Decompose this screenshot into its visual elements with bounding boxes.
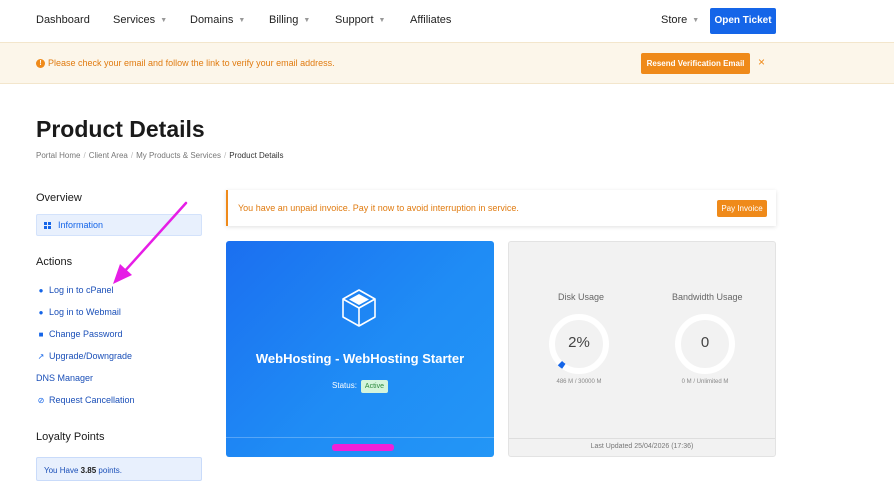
breadcrumb-separator: / xyxy=(224,151,227,160)
sidebar-item-label: Upgrade/Downgrade xyxy=(49,351,133,361)
loyalty-suffix: points. xyxy=(96,466,122,475)
redacted-domain xyxy=(332,444,394,451)
sidebar-item-label: Information xyxy=(58,220,104,230)
nav-billing[interactable]: Billing ▼ xyxy=(269,14,310,26)
nav-domains[interactable]: Domains ▼ xyxy=(190,14,245,26)
nav-label: Billing xyxy=(269,14,299,26)
nav-dashboard[interactable]: Dashboard xyxy=(36,14,90,26)
breadcrumb-separator: / xyxy=(83,151,86,160)
chevron-down-icon: ▼ xyxy=(692,17,700,24)
nav-label: Domains xyxy=(190,14,234,26)
sidebar-item-label: Log in to Webmail xyxy=(49,307,121,317)
sidebar-item-label: DNS Manager xyxy=(36,373,94,383)
loyalty-points-value: 3.85 xyxy=(80,466,97,475)
top-navbar: Dashboard Services ▼ Domains ▼ Billing ▼ Su… xyxy=(0,0,894,42)
bandwidth-usage-detail: 0 M / Unlimited M xyxy=(681,379,729,385)
nav-support[interactable]: Support ▼ xyxy=(335,14,385,26)
breadcrumb-current: Product Details xyxy=(229,151,284,160)
lock-icon: ■ xyxy=(38,330,44,339)
breadcrumb-portal-home[interactable]: Portal Home xyxy=(36,151,80,160)
nav-label: Affiliates xyxy=(410,14,452,26)
unpaid-invoice-alert: You have an unpaid invoice. Pay it now t… xyxy=(226,190,776,226)
verify-email-message: Please check your email and follow the l… xyxy=(48,58,335,68)
ban-icon: ⊘ xyxy=(37,396,45,405)
breadcrumb-my-products[interactable]: My Products & Services xyxy=(136,151,221,160)
nav-services[interactable]: Services ▼ xyxy=(113,14,167,26)
product-details-page: Dashboard Services ▼ Domains ▼ Billing ▼ Su… xyxy=(0,0,894,487)
nav-label: Support xyxy=(335,14,374,26)
disk-usage-label: Disk Usage xyxy=(558,292,605,302)
sidebar-item-information[interactable]: Information xyxy=(36,214,202,236)
disk-usage-detail: 486 M / 30000 M xyxy=(556,379,602,385)
status-badge: Active xyxy=(360,380,388,393)
user-icon: ● xyxy=(38,286,44,295)
chevron-down-icon: ▼ xyxy=(238,17,246,24)
product-status: Status: Active xyxy=(226,380,494,393)
nav-label: Store xyxy=(661,14,688,26)
chevron-down-icon: ▼ xyxy=(378,17,386,24)
sidebar-item-label: Change Password xyxy=(49,329,123,339)
loyalty-points-box: You Have 3.85 points. xyxy=(36,457,202,481)
unpaid-invoice-message: You have an unpaid invoice. Pay it now t… xyxy=(238,203,519,213)
bandwidth-usage-label: Bandwidth Usage xyxy=(672,292,743,302)
info-icon: ! xyxy=(36,59,45,68)
user-icon: ● xyxy=(38,308,44,317)
usage-card: Disk Usage 2% 486 M / 30000 M Bandwidth … xyxy=(508,241,776,457)
sidebar-item-upgrade-downgrade[interactable]: ↗ Upgrade/Downgrade xyxy=(36,351,132,361)
open-ticket-button[interactable]: Open Ticket xyxy=(710,8,776,34)
actions-heading: Actions xyxy=(36,256,73,268)
external-link-icon: ↗ xyxy=(37,352,45,361)
chevron-down-icon: ▼ xyxy=(160,17,168,24)
page-title: Product Details xyxy=(36,116,205,142)
sidebar-item-dns-manager[interactable]: DNS Manager xyxy=(36,373,93,383)
product-card: WebHosting - WebHosting Starter Status: A… xyxy=(226,241,494,457)
overview-heading: Overview xyxy=(36,192,82,204)
breadcrumb: Portal Home / Client Area / My Products & Se… xyxy=(36,151,283,160)
sidebar-item-label: Request Cancellation xyxy=(49,395,135,405)
sidebar-item-login-webmail[interactable]: ● Log in to Webmail xyxy=(36,307,121,317)
nav-label: Services xyxy=(113,14,156,26)
disk-usage-arc xyxy=(557,360,566,369)
close-icon[interactable]: × xyxy=(758,55,765,69)
pay-invoice-button[interactable]: Pay Invoice xyxy=(717,200,767,217)
breadcrumb-client-area[interactable]: Client Area xyxy=(89,151,128,160)
loyalty-points-heading: Loyalty Points xyxy=(36,431,105,443)
nav-affiliates[interactable]: Affiliates xyxy=(410,14,451,26)
breadcrumb-separator: / xyxy=(130,151,134,160)
chevron-down-icon: ▼ xyxy=(303,17,311,24)
bandwidth-usage-value: 0 xyxy=(700,334,710,351)
cube-icon xyxy=(342,289,376,327)
sidebar-item-label: Log in to cPanel xyxy=(49,285,114,295)
product-name: WebHosting - WebHosting Starter xyxy=(255,351,465,366)
disk-usage-value: 2% xyxy=(568,334,590,351)
dashboard-icon xyxy=(44,222,51,229)
usage-divider xyxy=(509,438,775,439)
nav-store[interactable]: Store ▼ xyxy=(661,14,699,26)
sidebar-item-login-cpanel[interactable]: ● Log in to cPanel xyxy=(36,285,114,295)
resend-verification-button[interactable]: Resend Verification Email xyxy=(641,53,750,74)
card-divider xyxy=(226,437,494,438)
status-label: Status: xyxy=(332,381,357,390)
sidebar-item-change-password[interactable]: ■ Change Password xyxy=(36,329,123,339)
loyalty-prefix: You Have xyxy=(44,466,81,475)
sidebar-item-request-cancellation[interactable]: ⊘ Request Cancellation xyxy=(36,395,135,405)
nav-label: Dashboard xyxy=(36,14,90,26)
last-updated: Last Updated 25/04/2026 (17:36) xyxy=(590,443,694,450)
